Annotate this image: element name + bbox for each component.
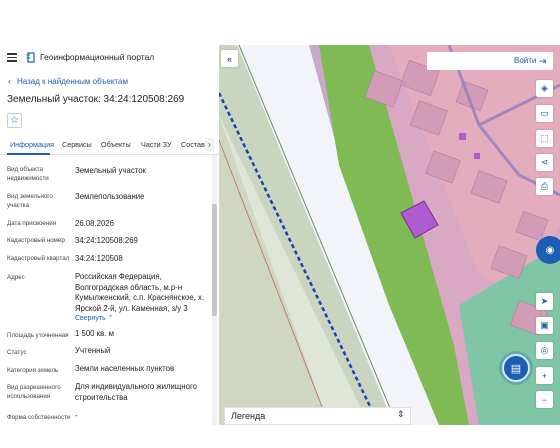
property-label: Вид земельного участка (7, 193, 53, 209)
tab-information[interactable]: Информация (10, 140, 54, 149)
collapse-link-label: Свернуть (75, 315, 106, 322)
property-value: Земли населенных пунктов (75, 364, 175, 373)
collapse-address-link[interactable]: Свернуть ⌃ (75, 314, 209, 325)
property-label: Вид разрешенного использования (7, 384, 61, 400)
login-label: Войти (514, 56, 537, 65)
back-link-label: Назад к найденным объектам (17, 77, 128, 86)
star-icon: ☆ (10, 115, 19, 126)
hamburger-icon[interactable] (7, 53, 17, 62)
active-tab-indicator (7, 153, 50, 155)
tab-services[interactable]: Сервисы (62, 140, 92, 149)
property-value: Российская Федерация, Волгоградская обла… (75, 272, 205, 313)
layers-icon: ◈ (541, 83, 548, 93)
print-icon: ⎙ (540, 181, 549, 191)
legend-title: Легенда (231, 411, 266, 421)
property-label: Кадастровый номер (7, 237, 65, 244)
login-icon: ⇥ (539, 56, 547, 66)
portal-logo-icon (26, 52, 35, 63)
collapse-panel-button[interactable]: « (221, 50, 238, 67)
property-label: Площадь уточненная (7, 332, 69, 339)
minimap-button[interactable]: ▣ (536, 317, 553, 334)
property-value: Землепользование (75, 192, 145, 201)
zoom-in-button[interactable]: + (536, 367, 553, 384)
ruler-icon: ▭ (540, 108, 549, 118)
chat-icon: ▤ (510, 362, 522, 375)
print-button[interactable]: ⎙ (536, 178, 553, 195)
zoom-out-icon: − (541, 394, 548, 405)
property-value: 34:24:120508:269 (75, 236, 138, 245)
property-label: Дата присвоения (7, 220, 57, 227)
property-value: - (75, 411, 78, 420)
object-title: Земельный участок: 34:24:120508:269 (7, 94, 185, 105)
top-bar (0, 0, 560, 45)
double-chevron-left-icon: « (226, 53, 232, 64)
panel-scrollbar-thumb[interactable] (212, 204, 217, 316)
panel-header: Геоинформационный портал (0, 45, 219, 71)
share-icon: ⋖ (540, 157, 549, 167)
ruler-button[interactable]: ▭ (536, 105, 553, 122)
portal-title: Геоинформационный портал (40, 52, 155, 62)
tab-parcel-parts[interactable]: Части ЗУ (141, 140, 172, 149)
accessibility-badge[interactable]: ◉ (536, 236, 560, 264)
property-label: Категория земель (7, 367, 59, 374)
property-value: 1 500 кв. м (75, 329, 114, 338)
area-measure-button[interactable]: ⬚ (536, 130, 553, 147)
property-value: Для индивидуального жилищного строительс… (75, 382, 197, 402)
property-value: Земельный участок (75, 166, 146, 175)
property-label: Адрес (7, 274, 25, 281)
location-button[interactable]: ◎ (536, 342, 553, 359)
property-label: Статус (7, 349, 27, 356)
chevron-up-icon: ⌃ (107, 315, 114, 322)
tab-bar: Информация Сервисы Объекты Части ЗУ Сост… (0, 135, 219, 155)
info-panel: Геоинформационный портал ‹ Назад к найден… (0, 45, 219, 425)
layers-button[interactable]: ◈ (536, 80, 553, 97)
tab-composition[interactable]: Состав (181, 140, 205, 149)
property-value: 34:24:120508 (75, 254, 123, 263)
zoom-out-button[interactable]: − (536, 391, 553, 408)
tab-objects[interactable]: Объекты (101, 140, 131, 149)
chat-button[interactable]: ▤ (502, 354, 530, 382)
area-measure-icon: ⬚ (540, 133, 549, 143)
bottom-bar (0, 425, 560, 448)
property-value: 26.08.2026 (75, 219, 115, 228)
navigate-button[interactable]: ➤ (536, 293, 553, 310)
tabs-scroll-right-button[interactable]: › (205, 138, 214, 151)
accessibility-icon: ◉ (545, 244, 555, 256)
minimap-icon: ▣ (540, 320, 549, 330)
property-label: Форма собственности (7, 414, 71, 421)
chevron-left-icon: ‹ (8, 76, 11, 86)
zoom-in-icon: + (541, 370, 548, 381)
expand-collapse-icon[interactable]: ⇕ (397, 409, 405, 420)
location-icon: ◎ (540, 345, 549, 355)
property-value: Учтенный (75, 346, 111, 355)
favorite-button[interactable]: ☆ (7, 113, 22, 128)
share-button[interactable]: ⋖ (536, 154, 553, 171)
back-to-results-link[interactable]: ‹ Назад к найденным объектам (8, 76, 128, 86)
property-label: Вид объекта недвижимости (7, 166, 49, 182)
chevron-right-icon: › (208, 140, 211, 149)
navigate-icon: ➤ (540, 296, 549, 306)
property-label: Кадастровый квартал (7, 255, 70, 262)
